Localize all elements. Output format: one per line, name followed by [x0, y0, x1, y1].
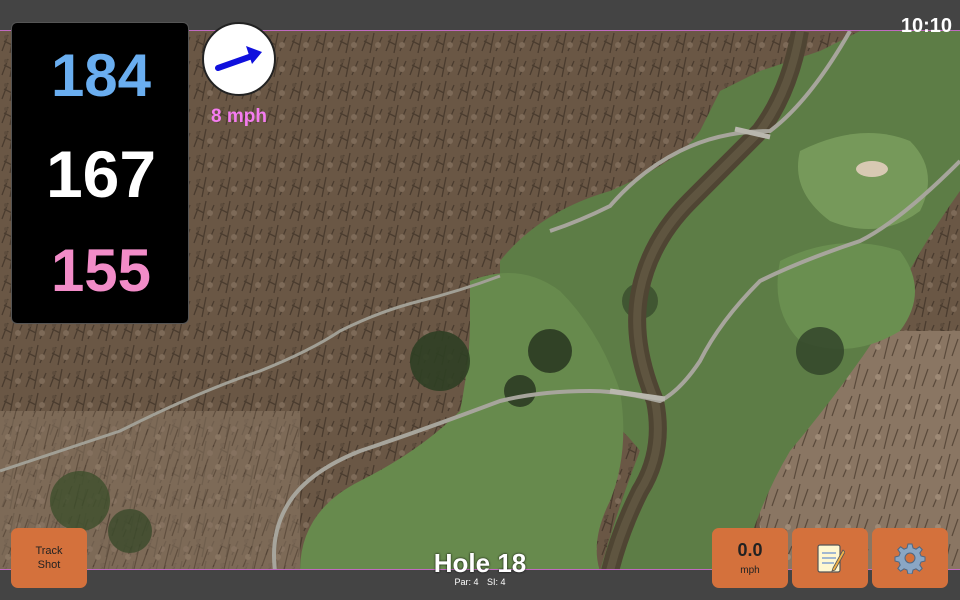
- notes-button[interactable]: [792, 528, 868, 588]
- track-shot-label-line1: Track: [35, 545, 63, 557]
- back-yardage: 184: [50, 42, 152, 109]
- wind-direction-indicator: [202, 22, 276, 96]
- wind-readout-value: 0.0: [737, 540, 763, 560]
- wind-readout-unit: mph: [740, 565, 760, 576]
- settings-button[interactable]: [872, 528, 948, 588]
- hole-stroke-index: SI: 4: [487, 577, 506, 587]
- track-shot-button[interactable]: Track Shot: [11, 528, 87, 588]
- front-yardage: 155: [50, 237, 152, 304]
- clock: 10:10: [900, 15, 952, 37]
- wind-readout-button[interactable]: 0.0 mph: [712, 528, 788, 588]
- notepad-icon: [817, 544, 845, 573]
- gear-icon: [894, 543, 926, 574]
- hole-par: Par: 4: [454, 577, 479, 587]
- hole-title: Hole 18: [433, 548, 527, 578]
- hole-info: Par: 4 SI: 4: [380, 577, 580, 587]
- track-shot-label-line2: Shot: [37, 559, 61, 571]
- wind-speed-label: 8 mph: [211, 106, 267, 127]
- yardage-panel: 184 167 155: [11, 22, 189, 324]
- wind-direction-arrow-icon: [215, 46, 262, 71]
- middle-yardage: 167: [45, 137, 157, 211]
